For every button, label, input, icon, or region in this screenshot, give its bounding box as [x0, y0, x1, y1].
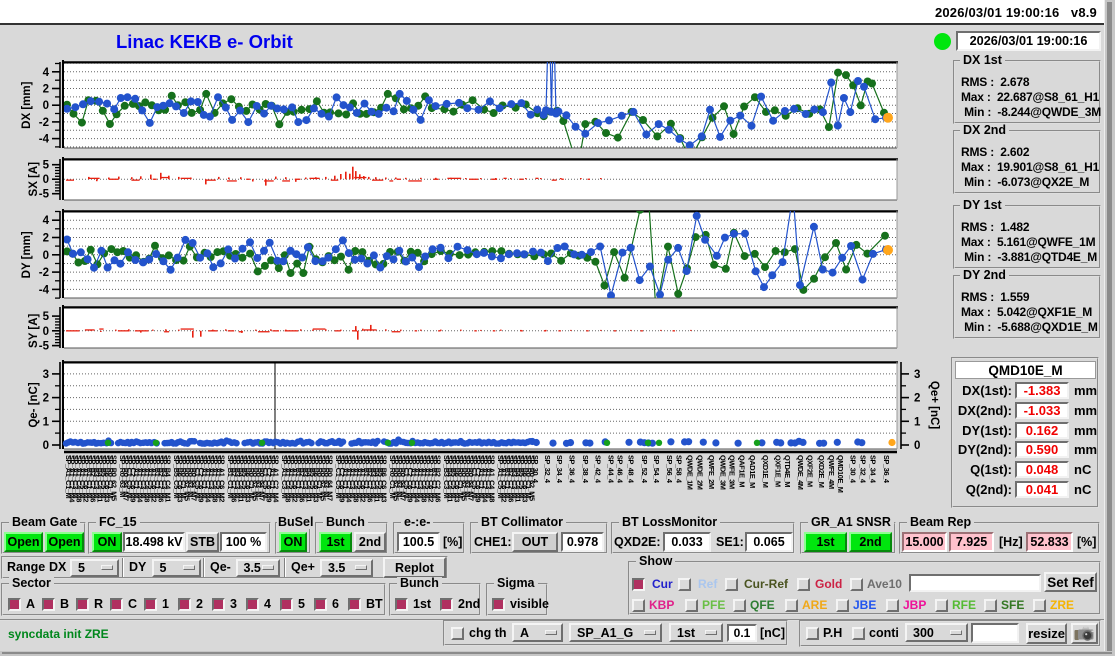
svg-text:4: 4 [43, 67, 50, 79]
svg-text:QWDE_2M: QWDE_2M [696, 455, 705, 490]
svg-text:QAF1E_M: QAF1E_M [738, 455, 747, 487]
svg-text:-2: -2 [39, 117, 49, 129]
svg-text:-4: -4 [39, 284, 50, 296]
svg-text:QXF1E_M: QXF1E_M [774, 455, 783, 487]
svg-text:2: 2 [914, 393, 920, 405]
svg-text:SP_42_4: SP_42_4 [593, 455, 602, 484]
svg-text:SP_B4_C4_M1: SP_B4_C4_M1 [164, 455, 173, 502]
svg-text:0: 0 [43, 326, 49, 338]
svg-text:0: 0 [43, 174, 49, 186]
svg-text:SP_R0_64_M7: SP_R0_64_M7 [326, 455, 335, 501]
svg-text:SP_32_4: SP_32_4 [859, 455, 868, 484]
svg-text:-4: -4 [39, 134, 50, 146]
svg-text:-5: -5 [39, 189, 50, 201]
svg-text:SX [A]: SX [A] [28, 162, 40, 197]
svg-text:SP_56_4: SP_56_4 [665, 455, 674, 484]
svg-text:SP_A1_C4_M8: SP_A1_C4_M8 [488, 455, 497, 502]
svg-text:SP_46_4: SP_46_4 [616, 455, 625, 484]
svg-text:SP_34_4: SP_34_4 [555, 455, 564, 484]
svg-text:QWDE_1M: QWDE_1M [686, 455, 695, 490]
svg-text:QWFE_4M: QWFE_4M [827, 455, 836, 489]
svg-text:QTD4E_M: QTD4E_M [783, 455, 792, 487]
svg-text:QWDE_3M: QWDE_3M [719, 455, 728, 490]
svg-text:3: 3 [43, 369, 49, 381]
svg-text:SP_38_4: SP_38_4 [581, 455, 590, 484]
svg-text:4: 4 [43, 215, 50, 227]
svg-text:5: 5 [43, 160, 50, 172]
svg-text:SP_44_4: SP_44_4 [606, 455, 615, 484]
svg-text:SP_30_4: SP_30_4 [849, 455, 858, 484]
svg-text:QWFE_2M: QWFE_2M [707, 455, 716, 489]
svg-text:SP_A1_C6_M2: SP_A1_C6_M2 [218, 455, 227, 502]
svg-text:SP_R0_62_M5: SP_R0_62_M5 [110, 455, 119, 501]
svg-text:2: 2 [43, 233, 49, 245]
svg-text:SP_58_4: SP_58_4 [674, 455, 683, 484]
svg-text:SY [A]: SY [A] [28, 313, 40, 347]
svg-text:QXD2E_M: QXD2E_M [817, 455, 826, 488]
svg-text:QAD1E_M: QAD1E_M [748, 455, 757, 488]
svg-text:SP_36_4: SP_36_4 [568, 455, 577, 484]
svg-text:0: 0 [43, 440, 49, 452]
svg-text:SP_A1_C2_M4: SP_A1_C2_M4 [272, 455, 281, 503]
svg-text:SP_30_4: SP_30_4 [531, 455, 540, 484]
svg-text:SP_54_4: SP_54_4 [652, 455, 661, 484]
svg-text:QXD1E_M: QXD1E_M [761, 455, 770, 488]
svg-text:QXF2E_M: QXF2E_M [805, 455, 814, 487]
svg-text:DY [mm]: DY [mm] [21, 231, 33, 278]
svg-text:SP_52_4: SP_52_4 [640, 455, 649, 484]
svg-text:-2: -2 [39, 267, 49, 279]
svg-text:SP_48_4: SP_48_4 [627, 455, 636, 484]
svg-text:2: 2 [43, 84, 49, 96]
svg-text:1: 1 [914, 416, 921, 428]
svg-text:2: 2 [43, 393, 49, 405]
svg-text:Qe- [nC]: Qe- [nC] [28, 382, 40, 428]
svg-text:QMD10E_M: QMD10E_M [836, 455, 845, 493]
svg-text:QWFE_3M: QWFE_3M [728, 455, 737, 489]
svg-text:QWDE_4M: QWDE_4M [796, 455, 805, 490]
svg-text:0: 0 [914, 440, 920, 452]
svg-text:SP_B2_C2_M6: SP_B2_C2_M6 [434, 455, 443, 502]
svg-text:1: 1 [43, 416, 50, 428]
svg-text:SP_36_4: SP_36_4 [882, 455, 891, 484]
svg-text:-5: -5 [39, 341, 50, 353]
svg-text:Qe+ [nC]: Qe+ [nC] [928, 381, 940, 429]
svg-text:SP_32_4: SP_32_4 [543, 455, 552, 484]
svg-text:SP_B6_C6_M3: SP_B6_C6_M3 [380, 455, 389, 502]
svg-text:0: 0 [43, 250, 49, 262]
svg-text:0: 0 [43, 100, 49, 112]
svg-text:DX [mm]: DX [mm] [21, 81, 33, 128]
svg-text:5: 5 [43, 311, 50, 323]
svg-text:SP_34_4: SP_34_4 [869, 455, 878, 484]
svg-text:3: 3 [914, 369, 920, 381]
